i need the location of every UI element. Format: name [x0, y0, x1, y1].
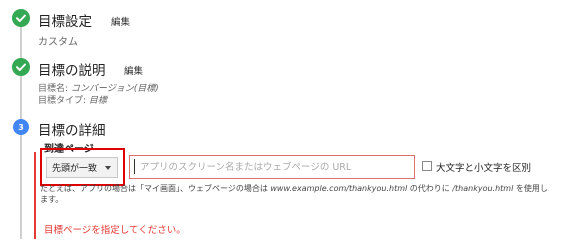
step-3-number-badge: 3 — [13, 119, 29, 135]
step-1-complete-check-icon — [12, 9, 30, 27]
step-2-title: 目標の説明 — [38, 63, 106, 79]
match-type-value: 先頭が一致 — [52, 164, 98, 174]
hint-middle-2: の代わりに — [407, 184, 453, 193]
hint-web-example: www.example.com/thankyou.html — [270, 184, 408, 193]
hint-prefix: たとえば、アプリの場合は「 — [40, 184, 144, 193]
goal-type-label: 目標タイプ: — [38, 96, 87, 106]
hint-app-example: マイ画面 — [144, 184, 176, 193]
chevron-down-icon — [105, 166, 111, 170]
destination-url-input[interactable] — [129, 155, 415, 179]
hint-middle: 」、ウェブページの場合は — [176, 184, 271, 193]
destination-error-message: 目標ページを指定してください。 — [44, 225, 186, 236]
step-3-title: 目標の詳細 — [38, 123, 106, 139]
case-sensitive-checkbox[interactable] — [422, 161, 432, 171]
step-2-complete-check-icon — [12, 58, 30, 76]
error-indicator-bar — [34, 152, 36, 239]
destination-hint-text: たとえば、アプリの場合は「マイ画面」、ウェブページの場合は www.exampl… — [40, 183, 555, 205]
step-1-summary: カスタム — [38, 37, 78, 48]
match-type-dropdown[interactable]: 先頭が一致 — [46, 157, 118, 178]
text-cursor — [134, 159, 135, 174]
step-3-number: 3 — [18, 122, 24, 132]
step-1-edit-link[interactable]: 編集 — [111, 14, 130, 28]
step-2-edit-link[interactable]: 編集 — [124, 63, 143, 77]
step-1-title: 目標設定 — [38, 14, 92, 30]
goal-type-value: 目標 — [88, 96, 107, 106]
goal-type-line: 目標タイプ: 目標 — [38, 93, 107, 106]
case-sensitive-label: 大文字と小文字を区別 — [436, 163, 532, 174]
hint-path-example: /thankyou.html — [452, 184, 514, 193]
